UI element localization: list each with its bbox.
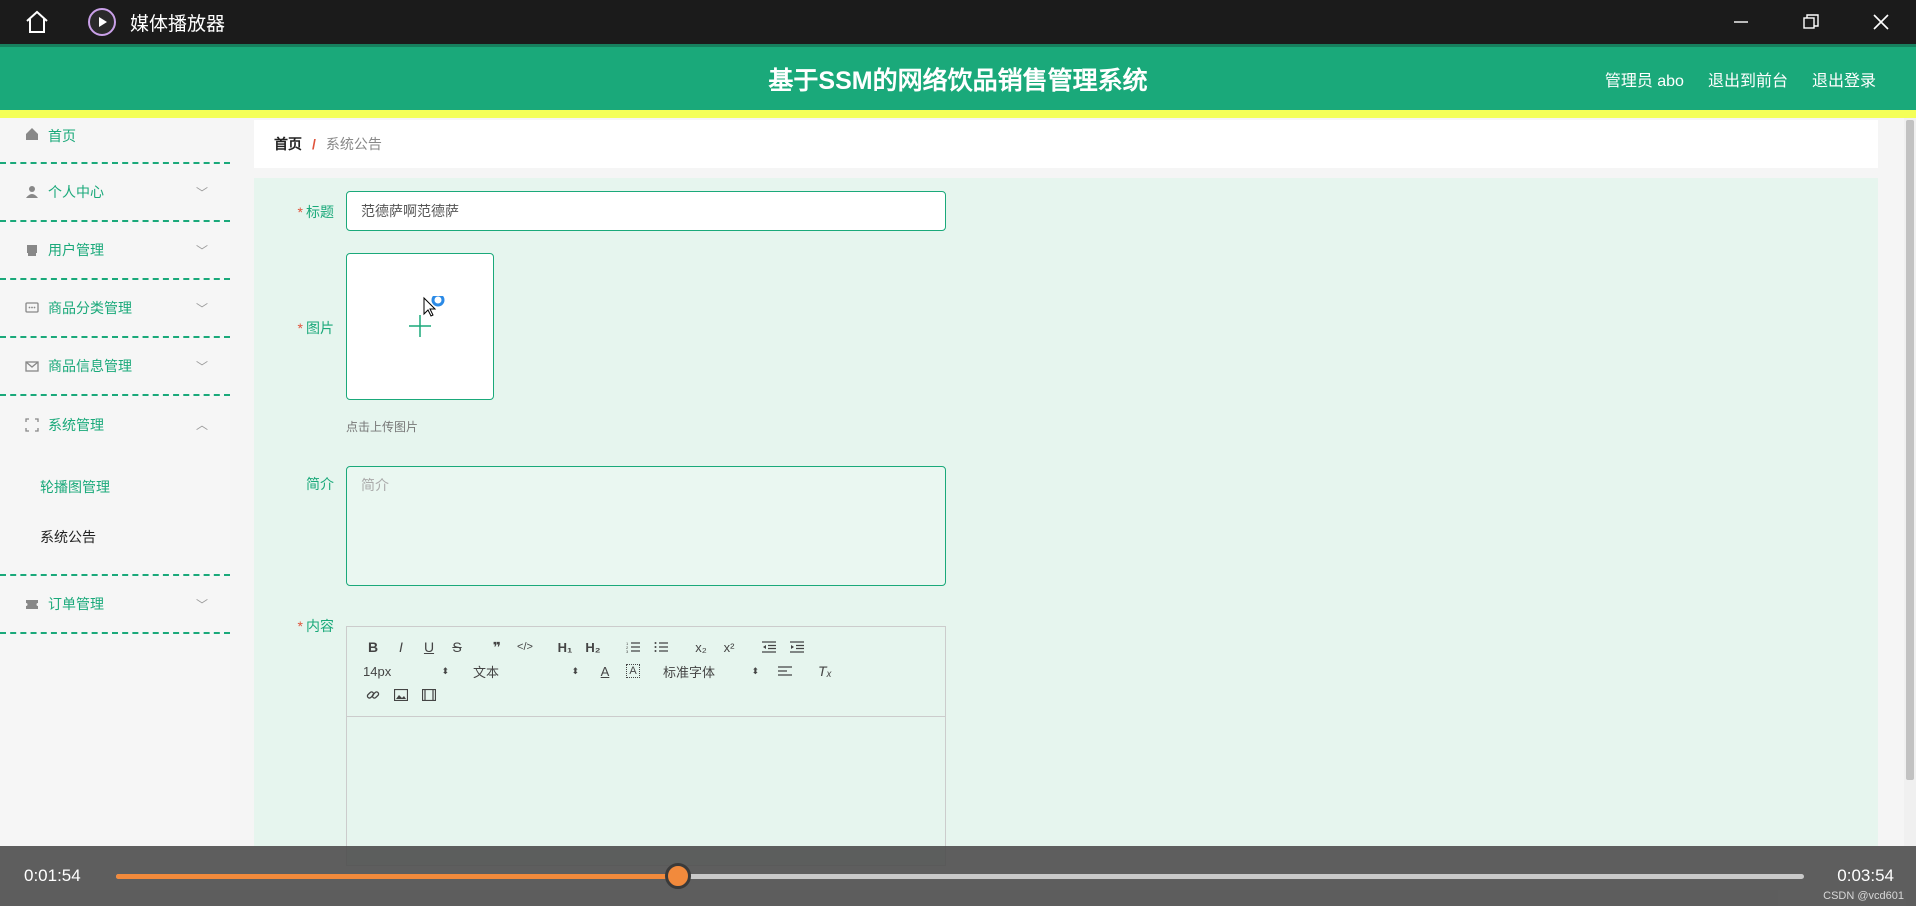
sidebar-item-order-management[interactable]: 订单管理 ﹀ — [0, 576, 230, 634]
sidebar-item-label: 首页 — [48, 128, 76, 144]
image-upload-button[interactable] — [346, 253, 494, 400]
system-submenu: 轮播图管理 系统公告 — [0, 454, 230, 576]
chevron-up-icon: ︿ — [195, 418, 208, 432]
sidebar-item-label: 个人中心 — [48, 184, 104, 200]
sidebar: 首页 个人中心 ﹀ 用户管理 ﹀ 商品分类管理 ﹀ 商品信息管理 ﹀ 系统管理 … — [0, 118, 230, 846]
logout-link[interactable]: 退出登录 — [1812, 67, 1876, 91]
header-divider — [0, 110, 1916, 118]
sidebar-item-label: 系统管理 — [48, 417, 104, 433]
sidebar-item-label: 订单管理 — [48, 596, 104, 612]
chat-icon — [24, 300, 40, 316]
progress-knob[interactable] — [665, 863, 692, 889]
font-size-select[interactable]: 14px ⬍ — [359, 664, 449, 679]
image-label: * 图片 — [297, 320, 334, 336]
select-arrows-icon: ⬍ — [571, 665, 579, 676]
svg-text:3: 3 — [626, 649, 629, 653]
sidebar-item-user-management[interactable]: 用户管理 ﹀ — [0, 222, 230, 280]
announcement-form: * 标题 范德萨啊范德萨 * 图片 点击上传图片 简介 简介 * 内容 B I U S… — [254, 178, 1878, 866]
mouse-cursor-icon — [422, 293, 448, 327]
superscript-icon[interactable]: x² — [715, 635, 743, 659]
sidebar-subitem-announcement[interactable]: 系统公告 — [0, 512, 230, 562]
video-icon[interactable] — [415, 683, 443, 707]
heading1-icon[interactable]: H₁ — [551, 635, 579, 659]
clear-format-icon[interactable]: Tₓ — [811, 659, 839, 683]
image-icon[interactable] — [387, 683, 415, 707]
font-family-select[interactable]: 标准字体 ⬍ — [659, 662, 759, 681]
media-player-icon — [88, 8, 116, 36]
link-icon[interactable] — [359, 683, 387, 707]
app-header: 基于SSM的网络饮品销售管理系统 管理员 abo 退出到前台 退出登录 — [0, 44, 1916, 110]
bullet-list-icon[interactable] — [647, 635, 675, 659]
home-icon[interactable] — [20, 5, 54, 39]
chevron-down-icon: ﹀ — [195, 244, 208, 258]
mail-icon — [24, 358, 40, 374]
ordered-list-icon[interactable]: 123 — [619, 635, 647, 659]
sidebar-item-label: 商品信息管理 — [48, 358, 132, 374]
intro-label: 简介 — [306, 476, 334, 492]
rich-text-editor: B I U S ❞ </> H₁ H₂ 123 x₂ x² 14px ⬍ 文本 … — [346, 626, 946, 866]
text-color-icon[interactable]: A — [591, 659, 619, 683]
current-time: 0:01:54 — [24, 866, 81, 885]
italic-icon[interactable]: I — [387, 635, 415, 659]
scrollbar-thumb[interactable] — [1906, 120, 1914, 780]
breadcrumb-separator: / — [312, 136, 316, 152]
sidebar-item-personal-center[interactable]: 个人中心 ﹀ — [0, 164, 230, 222]
sidebar-item-label: 商品分类管理 — [48, 300, 132, 316]
align-icon[interactable] — [771, 659, 799, 683]
select-arrows-icon: ⬍ — [751, 665, 759, 676]
editor-content-area[interactable] — [347, 717, 945, 865]
frame-icon — [24, 417, 40, 433]
title-label: * 标题 — [297, 204, 334, 220]
total-time: 0:03:54 — [1837, 866, 1894, 885]
outdent-icon[interactable] — [755, 635, 783, 659]
progress-track[interactable] — [116, 863, 1804, 889]
paragraph-select[interactable]: 文本 ⬍ — [469, 662, 579, 681]
breadcrumb-home[interactable]: 首页 — [274, 134, 302, 154]
home-icon — [24, 126, 40, 142]
users-icon — [24, 242, 40, 258]
heading2-icon[interactable]: H₂ — [579, 635, 607, 659]
restore-button[interactable] — [1776, 0, 1846, 44]
background-color-icon[interactable]: A — [626, 664, 640, 678]
chevron-down-icon: ﹀ — [195, 302, 208, 316]
blockquote-icon[interactable]: ❞ — [483, 635, 511, 659]
select-arrows-icon: ⬍ — [441, 665, 449, 676]
admin-label[interactable]: 管理员 abo — [1605, 67, 1684, 91]
watermark: CSDN @vcd601 — [1823, 890, 1904, 902]
strike-icon[interactable]: S — [443, 635, 471, 659]
page-scrollbar[interactable] — [1904, 118, 1916, 846]
editor-toolbar: B I U S ❞ </> H₁ H₂ 123 x₂ x² 14px ⬍ 文本 … — [347, 627, 945, 717]
underline-icon[interactable]: U — [415, 635, 443, 659]
upload-hint: 点击上传图片 — [346, 420, 419, 434]
breadcrumb: 首页 / 系统公告 — [254, 120, 1878, 168]
subscript-icon[interactable]: x₂ — [687, 635, 715, 659]
app-title: 媒体播放器 — [130, 13, 226, 35]
player-titlebar: 媒体播放器 — [0, 0, 1916, 44]
sidebar-item-product-management[interactable]: 商品信息管理 ﹀ — [0, 338, 230, 396]
progress-fill — [116, 874, 679, 879]
back-to-front-link[interactable]: 退出到前台 — [1708, 67, 1788, 91]
ticket-icon — [24, 596, 40, 612]
minimize-button[interactable] — [1706, 0, 1776, 44]
sidebar-item-home[interactable]: 首页 — [0, 118, 230, 164]
title-input[interactable]: 范德萨啊范德萨 — [346, 191, 946, 231]
chevron-down-icon: ﹀ — [195, 186, 208, 200]
content-label: * 内容 — [297, 618, 334, 634]
user-icon — [24, 184, 40, 200]
code-icon[interactable]: </> — [511, 635, 539, 659]
close-button[interactable] — [1846, 0, 1916, 44]
chevron-down-icon: ﹀ — [195, 598, 208, 612]
sidebar-subitem-carousel[interactable]: 轮播图管理 — [0, 462, 230, 512]
sidebar-item-label: 用户管理 — [48, 242, 104, 258]
sidebar-item-system-management[interactable]: 系统管理 ︿ — [0, 396, 230, 454]
player-controls: 0:01:54 0:03:54 CSDN @vcd601 — [0, 846, 1916, 906]
bold-icon[interactable]: B — [359, 635, 387, 659]
indent-icon[interactable] — [783, 635, 811, 659]
sidebar-item-category-management[interactable]: 商品分类管理 ﹀ — [0, 280, 230, 338]
intro-textarea[interactable]: 简介 — [346, 466, 946, 586]
breadcrumb-current: 系统公告 — [325, 136, 382, 152]
chevron-down-icon: ﹀ — [195, 360, 208, 374]
